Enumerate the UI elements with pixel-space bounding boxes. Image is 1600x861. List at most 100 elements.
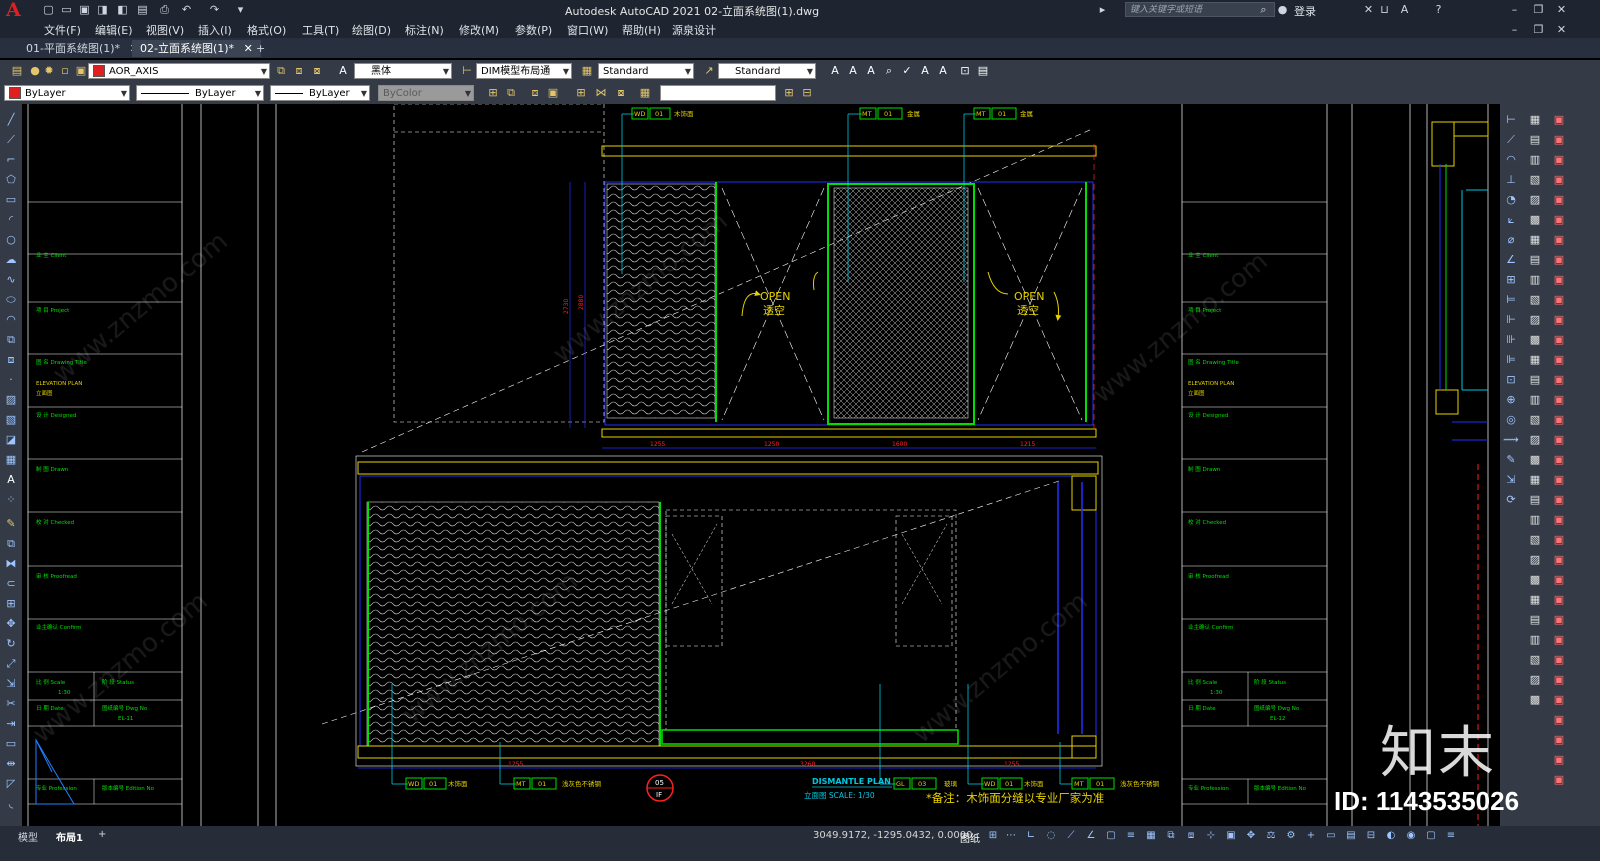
dim-update-icon[interactable]: ⟳: [1503, 492, 1519, 507]
spell-check-icon[interactable]: ✓: [900, 64, 914, 78]
yq-red-tool-25-icon[interactable]: ▣: [1551, 592, 1567, 607]
3d-osnap-icon[interactable]: ⧈: [1184, 829, 1198, 842]
cad-drawing[interactable]: 业 主 Client 项 目 Project 图 名 Drawing Title…: [22, 104, 1500, 826]
gradient-icon[interactable]: ▧: [3, 412, 19, 427]
tolerance-icon[interactable]: ⊡: [1503, 372, 1519, 387]
yq-tool-12-icon[interactable]: ▩: [1527, 332, 1543, 347]
yq-tool-5-icon[interactable]: ▨: [1527, 192, 1543, 207]
grid-display-icon[interactable]: ⊞: [986, 829, 1000, 842]
yq-red-tool-34-icon[interactable]: ▣: [1551, 772, 1567, 787]
yq-tool-4-icon[interactable]: ▧: [1527, 172, 1543, 187]
continue-dim-icon[interactable]: ⊩: [1503, 312, 1519, 327]
yq-red-tool-27-icon[interactable]: ▣: [1551, 632, 1567, 647]
menu-tools[interactable]: 工具(T): [302, 22, 339, 38]
yq-tool-26-icon[interactable]: ▤: [1527, 612, 1543, 627]
menu-insert[interactable]: 插入(I): [198, 22, 232, 38]
copy-icon[interactable]: ⧉: [3, 536, 19, 551]
yq-tool-7-icon[interactable]: ▦: [1527, 232, 1543, 247]
ordinate-dim-icon[interactable]: ⊥: [1503, 172, 1519, 187]
join-icon[interactable]: ⇹: [3, 756, 19, 771]
point-icon[interactable]: ·: [3, 372, 19, 387]
text-convert-icon[interactable]: ▤: [976, 64, 990, 78]
menu-modify[interactable]: 修改(M): [459, 22, 499, 38]
make-current-icon[interactable]: ⧉: [274, 64, 288, 78]
help-icon[interactable]: ?: [1432, 3, 1445, 16]
yq-red-tool-13-icon[interactable]: ▣: [1551, 352, 1567, 367]
close-icon[interactable]: ✕: [1555, 3, 1568, 16]
yq-tool-15-icon[interactable]: ▥: [1527, 392, 1543, 407]
yq-red-tool-18-icon[interactable]: ▣: [1551, 452, 1567, 467]
yq-tool-17-icon[interactable]: ▨: [1527, 432, 1543, 447]
menu-window[interactable]: 窗口(W): [567, 22, 608, 38]
new-tab-plus-icon[interactable]: +: [248, 40, 273, 57]
isodraft-icon[interactable]: ⟋: [1064, 829, 1078, 842]
yq-red-tool-22-icon[interactable]: ▣: [1551, 532, 1567, 547]
line-icon[interactable]: ╱: [3, 112, 19, 127]
match-properties-icon[interactable]: ⧈: [528, 86, 542, 100]
paper-space-toggle[interactable]: 图纸: [960, 830, 980, 845]
quick-access-dropdown-icon[interactable]: ▾: [234, 3, 247, 16]
color-dropdown[interactable]: ByLayer ▼: [4, 85, 130, 101]
region-icon[interactable]: ◪: [3, 432, 19, 447]
insert-block-icon[interactable]: ⧇: [614, 86, 628, 100]
yq-red-tool-23-icon[interactable]: ▣: [1551, 552, 1567, 567]
yq-red-tool-11-icon[interactable]: ▣: [1551, 312, 1567, 327]
offset-icon[interactable]: ⊂: [3, 576, 19, 591]
yq-red-tool-29-icon[interactable]: ▣: [1551, 672, 1567, 687]
autodesk-a360-icon[interactable]: A: [1398, 3, 1411, 16]
menu-yuanquan[interactable]: 源泉设计: [672, 22, 716, 38]
inspect-icon[interactable]: ◎: [1503, 412, 1519, 427]
autocad-logo[interactable]: A: [6, 1, 28, 20]
lock-ui-icon[interactable]: ⊟: [1364, 829, 1378, 842]
ortho-icon[interactable]: ∟: [1024, 829, 1038, 842]
justify-text-icon[interactable]: A: [936, 64, 950, 78]
doc-close-icon[interactable]: ✕: [1555, 23, 1568, 36]
layer-properties-icon[interactable]: ▤: [10, 64, 24, 78]
yq-red-tool-28-icon[interactable]: ▣: [1551, 652, 1567, 667]
revcloud-icon[interactable]: ☁: [3, 252, 19, 267]
quick-dim-icon[interactable]: ⊞: [1503, 272, 1519, 287]
text-style-icon[interactable]: A: [336, 64, 350, 78]
yq-tool-27-icon[interactable]: ▥: [1527, 632, 1543, 647]
group-icon[interactable]: ▦: [638, 86, 652, 100]
yq-red-tool-15-icon[interactable]: ▣: [1551, 392, 1567, 407]
search-expand-icon[interactable]: ▸: [1096, 3, 1109, 16]
yq-red-tool-16-icon[interactable]: ▣: [1551, 412, 1567, 427]
yq-red-tool-6-icon[interactable]: ▣: [1551, 212, 1567, 227]
zoom-window-icon[interactable]: ⊞: [486, 86, 500, 100]
menu-file[interactable]: 文件(F): [44, 22, 81, 38]
linetype-dropdown[interactable]: ByLayer ▼: [136, 85, 264, 101]
lineweight-dropdown[interactable]: ByLayer ▼: [270, 85, 370, 101]
menu-draw[interactable]: 绘图(D): [352, 22, 391, 38]
yq-tool-21-icon[interactable]: ▥: [1527, 512, 1543, 527]
angular-dim-icon[interactable]: ∠: [1503, 252, 1519, 267]
object-snap-icon[interactable]: ▢: [1104, 829, 1118, 842]
yq-red-tool-26-icon[interactable]: ▣: [1551, 612, 1567, 627]
layer-plot-icon[interactable]: ▣: [74, 64, 88, 78]
aligned-dim-icon[interactable]: ⟋: [1503, 132, 1519, 147]
transparency-icon[interactable]: ▦: [1144, 829, 1158, 842]
yq-tool-3-icon[interactable]: ▥: [1527, 152, 1543, 167]
yq-tool-20-icon[interactable]: ▤: [1527, 492, 1543, 507]
tab-model[interactable]: 模型: [18, 829, 38, 844]
yq-tool-10-icon[interactable]: ▧: [1527, 292, 1543, 307]
user-icon[interactable]: ●: [1276, 3, 1289, 16]
layer-previous-icon[interactable]: ⧈: [292, 64, 306, 78]
trim-icon[interactable]: ✂: [3, 696, 19, 711]
dim-style-icon[interactable]: ⊢: [460, 64, 474, 78]
yq-tool-13-icon[interactable]: ▦: [1527, 352, 1543, 367]
yq-red-tool-4-icon[interactable]: ▣: [1551, 172, 1567, 187]
mtext-icon[interactable]: A: [3, 472, 19, 487]
yq-tool-9-icon[interactable]: ▥: [1527, 272, 1543, 287]
lineweight-toggle-icon[interactable]: ≡: [1124, 829, 1138, 842]
publish-icon[interactable]: ▤: [136, 3, 149, 16]
jogged-dim-icon[interactable]: ⟀: [1503, 212, 1519, 227]
yq-red-tool-12-icon[interactable]: ▣: [1551, 332, 1567, 347]
dim-edit-icon[interactable]: ✎: [1503, 452, 1519, 467]
yq-tool-16-icon[interactable]: ▧: [1527, 412, 1543, 427]
search-icon[interactable]: ⌕: [1257, 3, 1270, 16]
quick-properties-icon[interactable]: ▤: [1344, 829, 1358, 842]
units-icon[interactable]: ▭: [1324, 829, 1338, 842]
dynamic-ucs-icon[interactable]: ⊹: [1204, 829, 1218, 842]
clean-screen-icon[interactable]: ▢: [1424, 829, 1438, 842]
